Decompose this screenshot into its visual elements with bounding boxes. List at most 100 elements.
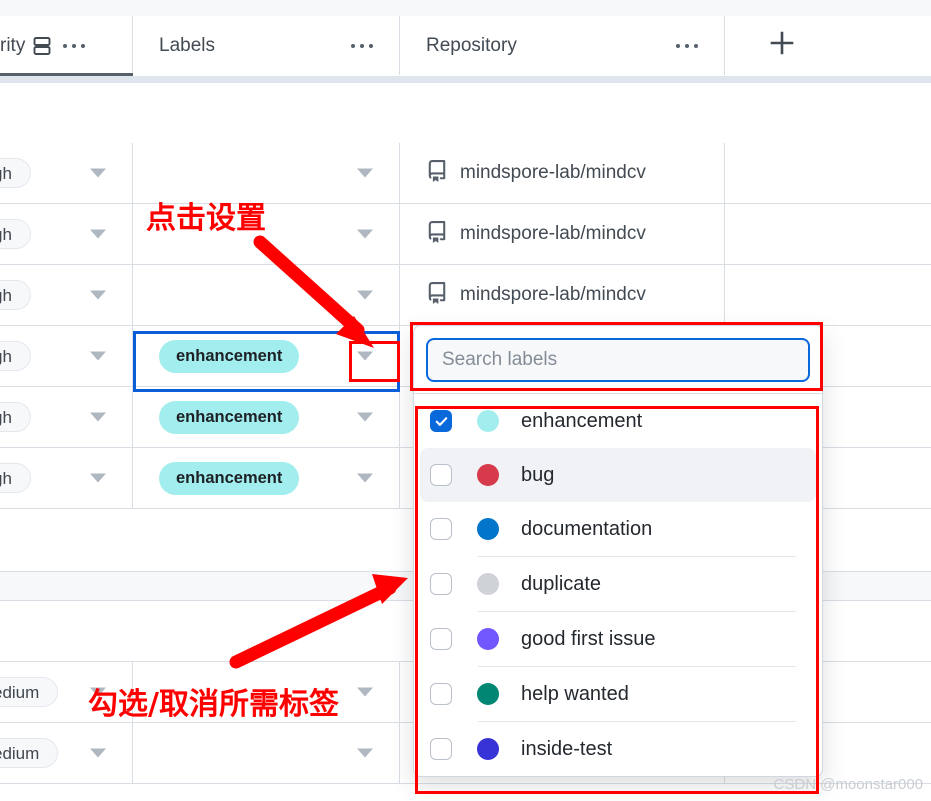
list-item[interactable]: good first issue bbox=[414, 612, 822, 666]
repo-name: mindspore-lab/mindcv bbox=[460, 162, 646, 183]
chevron-down-icon[interactable] bbox=[357, 168, 373, 178]
label-color-dot bbox=[477, 410, 499, 432]
watermark: CSDN @moonstar000 bbox=[773, 776, 923, 793]
list-item[interactable]: documentation bbox=[414, 502, 822, 556]
cell-priority[interactable] bbox=[0, 601, 133, 662]
column-menu-labels-icon[interactable] bbox=[351, 43, 373, 48]
cell-labels[interactable]: enhancement bbox=[133, 447, 400, 509]
cell-repository[interactable]: mindspore-lab/mindcv bbox=[400, 142, 725, 204]
cell-labels[interactable] bbox=[133, 601, 400, 662]
checkbox-checked-icon[interactable] bbox=[430, 410, 452, 432]
list-item[interactable]: inside-test bbox=[414, 722, 822, 776]
repo-icon bbox=[426, 220, 448, 248]
plus-icon bbox=[767, 28, 797, 64]
column-header-priority[interactable]: rity bbox=[0, 16, 133, 75]
repo-icon bbox=[426, 281, 448, 309]
cell-extra[interactable] bbox=[725, 143, 931, 204]
label-color-dot bbox=[477, 683, 499, 705]
list-item[interactable]: help wanted bbox=[414, 667, 822, 721]
column-header-labels-label: Labels bbox=[159, 34, 215, 56]
chevron-down-icon[interactable] bbox=[90, 473, 106, 483]
table-row[interactable]: gh mindspore-lab/mindcv bbox=[0, 264, 931, 326]
cell-labels[interactable]: enhancement bbox=[133, 386, 400, 448]
cell-priority[interactable]: gh bbox=[0, 325, 133, 387]
chevron-down-icon[interactable] bbox=[90, 412, 106, 422]
repo-icon bbox=[426, 159, 448, 187]
label-name: documentation bbox=[521, 517, 653, 540]
cell-priority[interactable]: gh bbox=[0, 447, 133, 509]
column-header-repository-label: Repository bbox=[426, 34, 517, 56]
labels-search-wrapper bbox=[414, 326, 822, 394]
checkbox-icon[interactable] bbox=[430, 573, 452, 595]
column-header-labels[interactable]: Labels bbox=[133, 16, 400, 75]
label-name: help wanted bbox=[521, 682, 629, 705]
chevron-down-icon[interactable] bbox=[90, 290, 106, 300]
label-color-dot bbox=[477, 628, 499, 650]
group-rows-icon bbox=[31, 35, 53, 57]
priority-chip: gh bbox=[0, 463, 31, 493]
table-row[interactable]: gh mindspore-lab/mindcv bbox=[0, 203, 931, 265]
chevron-down-icon[interactable] bbox=[90, 229, 106, 239]
list-item[interactable]: duplicate bbox=[414, 557, 822, 611]
checkbox-icon[interactable] bbox=[430, 683, 452, 705]
chevron-down-icon[interactable] bbox=[357, 687, 373, 697]
cell-labels[interactable] bbox=[133, 264, 400, 326]
cell-labels[interactable] bbox=[133, 722, 400, 784]
priority-chip: gh bbox=[0, 219, 31, 249]
chevron-down-icon[interactable] bbox=[90, 168, 106, 178]
screenshot-root: rity Labels Repository h mindspore-lab/m… bbox=[0, 0, 931, 801]
label-name: inside-test bbox=[521, 737, 613, 760]
checkbox-icon[interactable] bbox=[430, 464, 452, 486]
column-header-row: rity Labels Repository bbox=[0, 16, 931, 75]
cell-priority[interactable]: gh bbox=[0, 203, 133, 265]
label-color-dot bbox=[477, 518, 499, 540]
chevron-down-icon[interactable] bbox=[357, 229, 373, 239]
cell-priority[interactable]: edium bbox=[0, 722, 133, 784]
cell-priority[interactable]: gh bbox=[0, 386, 133, 448]
chevron-down-icon[interactable] bbox=[357, 351, 373, 361]
column-menu-priority-icon[interactable] bbox=[63, 43, 86, 48]
cell-repository[interactable]: mindspore-lab/mindcv bbox=[400, 264, 725, 326]
search-labels-input[interactable] bbox=[426, 338, 810, 382]
cell-repository[interactable]: mindspore-lab/mindcv bbox=[400, 203, 725, 265]
label-color-dot bbox=[477, 464, 499, 486]
chevron-down-icon[interactable] bbox=[90, 351, 106, 361]
label-name: bug bbox=[521, 463, 555, 486]
label-name: enhancement bbox=[521, 409, 643, 432]
label-chip: enhancement bbox=[159, 461, 300, 495]
labels-list: enhancement bug documentation duplicate bbox=[414, 394, 822, 776]
table-row[interactable]: gh mindspore-lab/mindcv bbox=[0, 142, 931, 204]
list-item[interactable]: enhancement bbox=[414, 394, 822, 448]
header-gap bbox=[0, 83, 931, 143]
checkbox-icon[interactable] bbox=[430, 518, 452, 540]
cell-priority[interactable] bbox=[0, 510, 133, 571]
cell-labels-active[interactable]: enhancement bbox=[133, 325, 400, 387]
label-name: duplicate bbox=[521, 572, 602, 595]
label-chip: enhancement bbox=[159, 400, 300, 434]
column-header-repository[interactable]: Repository bbox=[400, 16, 725, 75]
cell-extra[interactable] bbox=[725, 265, 931, 326]
column-menu-repository-icon[interactable] bbox=[676, 43, 698, 48]
cell-labels[interactable] bbox=[133, 510, 400, 571]
chevron-down-icon[interactable] bbox=[357, 290, 373, 300]
label-color-dot bbox=[477, 738, 499, 760]
repo-name: mindspore-lab/mindcv bbox=[460, 223, 646, 244]
cell-priority[interactable]: gh bbox=[0, 264, 133, 326]
checkbox-icon[interactable] bbox=[430, 628, 452, 650]
chevron-down-icon[interactable] bbox=[357, 748, 373, 758]
add-column-button[interactable] bbox=[725, 16, 931, 75]
label-name: good first issue bbox=[521, 627, 656, 650]
annotation-click-settings-text: 点击设置 bbox=[146, 201, 266, 236]
list-item[interactable]: bug bbox=[420, 448, 816, 502]
labels-dropdown-panel[interactable]: enhancement bug documentation duplicate bbox=[413, 325, 823, 777]
label-chip: enhancement bbox=[159, 339, 300, 373]
chevron-down-icon[interactable] bbox=[357, 473, 373, 483]
chevron-down-icon[interactable] bbox=[357, 412, 373, 422]
checkbox-icon[interactable] bbox=[430, 738, 452, 760]
cell-priority[interactable]: gh bbox=[0, 142, 133, 204]
column-header-priority-label: rity bbox=[0, 34, 26, 56]
label-color-dot bbox=[477, 573, 499, 595]
cell-extra[interactable] bbox=[725, 204, 931, 265]
chevron-down-icon[interactable] bbox=[90, 748, 106, 758]
priority-chip: gh bbox=[0, 341, 31, 371]
